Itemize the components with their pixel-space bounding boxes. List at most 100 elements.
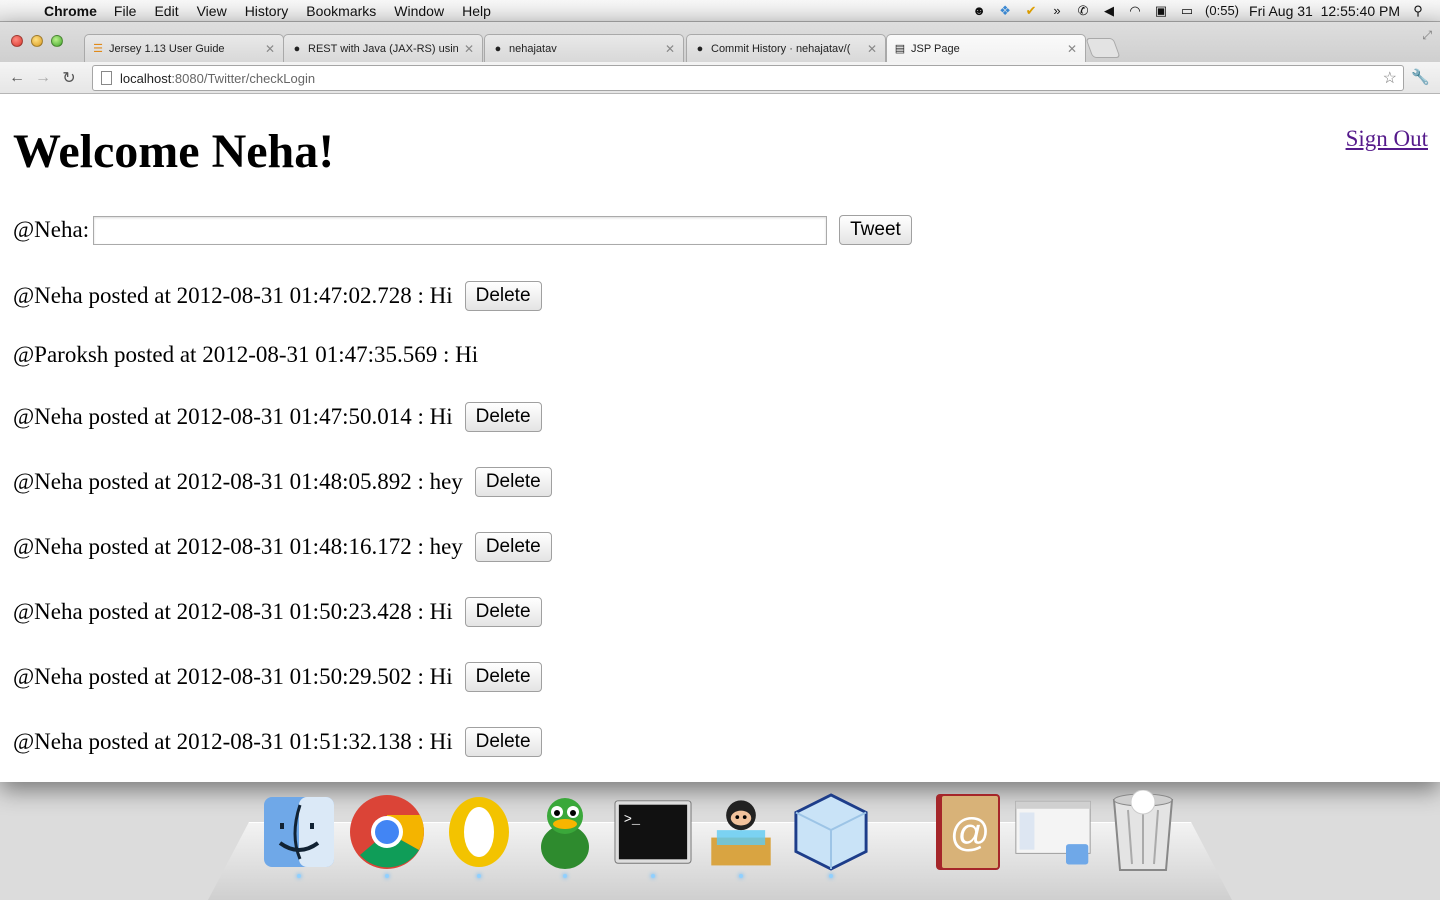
running-indicator — [385, 874, 389, 878]
tab-title: nehajatav — [509, 42, 557, 55]
running-indicator — [297, 874, 301, 878]
minimize-window-button[interactable] — [31, 35, 43, 47]
page-content: Welcome Neha! Sign Out @Neha: Tweet @Neh… — [0, 94, 1440, 782]
svg-text:@: @ — [950, 811, 991, 855]
tweet-input[interactable] — [93, 215, 828, 245]
menu-extras: ☻ ❖ ✔ » ✆ ◀ ◠ ▣ ▭ (0:55) Fri Aug 31 12:5… — [971, 3, 1440, 19]
menu-view[interactable]: View — [188, 3, 236, 19]
lock-icon[interactable]: ▣ — [1153, 3, 1169, 19]
back-arrow-icon[interactable]: ← — [4, 66, 30, 90]
sign-out-link[interactable]: Sign Out — [1346, 126, 1428, 152]
browser-window: ☰ Jersey 1.13 User Guide ✕ ● REST with J… — [0, 22, 1440, 782]
tab-jersey-guide[interactable]: ☰ Jersey 1.13 User Guide ✕ — [84, 34, 284, 62]
post-text: @Neha posted at 2012-08-31 01:47:50.014 … — [13, 404, 453, 429]
post-item: @Neha posted at 2012-08-31 01:47:50.014 … — [13, 402, 542, 432]
tweet-form: @Neha: Tweet — [13, 215, 912, 245]
menu-help[interactable]: Help — [453, 3, 500, 19]
finder-icon[interactable] — [260, 792, 338, 878]
close-window-button[interactable] — [11, 35, 23, 47]
menu-edit[interactable]: Edit — [145, 3, 187, 19]
checkmark-icon[interactable]: ✔ — [1023, 3, 1039, 19]
close-tab-icon[interactable]: ✕ — [1067, 42, 1077, 56]
spy-icon[interactable]: ☻ — [971, 3, 987, 19]
phone-icon[interactable]: ✆ — [1075, 3, 1091, 19]
battery-time: (0:55) — [1205, 3, 1240, 18]
bookmark-star-icon[interactable]: ☆ — [1383, 68, 1397, 88]
spotlight-search-icon[interactable]: ⚲ — [1410, 3, 1426, 19]
close-tab-icon[interactable]: ✕ — [665, 42, 675, 56]
tab-title: JSP Page — [911, 42, 960, 55]
tab-commit-history[interactable]: ● Commit History · nehajatav/( ✕ — [686, 34, 886, 62]
delete-button[interactable]: Delete — [474, 532, 552, 562]
chrome-icon[interactable] — [348, 792, 426, 878]
menu-history[interactable]: History — [236, 3, 298, 19]
delete-button[interactable]: Delete — [474, 467, 552, 497]
delete-button[interactable]: Delete — [464, 597, 542, 627]
close-tab-icon[interactable]: ✕ — [867, 42, 877, 56]
github-icon: ● — [696, 42, 704, 55]
menu-window[interactable]: Window — [385, 3, 453, 19]
delete-button[interactable]: Delete — [464, 727, 542, 757]
reload-icon[interactable]: ↻ — [56, 66, 82, 90]
running-indicator — [739, 874, 743, 878]
delete-button[interactable]: Delete — [464, 402, 542, 432]
post-item: @Neha posted at 2012-08-31 01:47:02.728 … — [13, 281, 542, 311]
dropbox-icon[interactable]: ❖ — [997, 3, 1013, 19]
post-item: @Neha posted at 2012-08-31 01:48:05.892 … — [13, 467, 552, 497]
finder-window-icon[interactable] — [1014, 792, 1092, 872]
address-bar[interactable]: localhost:8080/Twitter/checkLogin ☆ — [92, 65, 1404, 91]
menu-bookmarks[interactable]: Bookmarks — [297, 3, 385, 19]
running-indicator — [651, 874, 655, 878]
clock[interactable]: Fri Aug 31 12:55:40 PM — [1249, 3, 1400, 19]
delete-button[interactable]: Delete — [464, 281, 542, 311]
volume-icon[interactable]: ◀ — [1101, 3, 1117, 19]
delete-button[interactable]: Delete — [464, 662, 542, 692]
post-text: @Paroksh posted at 2012-08-31 01:47:35.5… — [13, 342, 479, 367]
post-text: @Neha posted at 2012-08-31 01:50:29.502 … — [13, 664, 453, 689]
close-tab-icon[interactable]: ✕ — [464, 42, 474, 56]
url-host: localhost — [120, 70, 172, 86]
tab-title: REST with Java (JAX-RS) using — [308, 42, 458, 55]
tab-jsp-page[interactable]: ▤ JSP Page ✕ — [886, 34, 1086, 62]
virtualbox-icon[interactable] — [792, 792, 870, 878]
new-tab-button[interactable] — [1085, 38, 1121, 58]
running-indicator — [477, 874, 481, 878]
dock: >_ @ — [0, 782, 1440, 900]
post-item: @Neha posted at 2012-08-31 01:51:32.138 … — [13, 727, 542, 757]
tab-title: Jersey 1.13 User Guide — [109, 42, 225, 55]
github-icon: ● — [494, 42, 502, 55]
menu-app-name[interactable]: Chrome — [40, 3, 105, 19]
post-text: @Neha posted at 2012-08-31 01:51:32.138 … — [13, 729, 453, 754]
tab-title: Commit History · nehajatav/( — [711, 42, 851, 55]
adium-icon[interactable] — [526, 792, 604, 878]
page-title: Welcome Neha! — [13, 125, 335, 178]
running-indicator — [563, 874, 567, 878]
post-item: @Neha posted at 2012-08-31 01:50:29.502 … — [13, 662, 542, 692]
battery-icon[interactable]: ▭ — [1179, 3, 1195, 19]
address-book-icon[interactable]: @ — [928, 792, 1006, 872]
trash-icon[interactable] — [1104, 790, 1182, 872]
wifi-icon[interactable]: ◠ — [1127, 3, 1143, 19]
github-app-icon[interactable] — [702, 792, 780, 878]
close-tab-icon[interactable]: ✕ — [265, 42, 275, 56]
tab-rest-java[interactable]: ● REST with Java (JAX-RS) using ✕ — [283, 34, 483, 62]
github-icon: ● — [293, 42, 301, 55]
tweet-form-label: @Neha: — [13, 217, 90, 242]
url-path: :8080/Twitter/checkLogin — [171, 70, 316, 86]
running-indicator — [829, 874, 833, 878]
fullscreen-icon[interactable]: ⤢ — [1422, 28, 1432, 43]
tab-strip: ☰ Jersey 1.13 User Guide ✕ ● REST with J… — [0, 22, 1440, 62]
opera-icon[interactable] — [440, 792, 518, 878]
forward-arrow-icon[interactable]: → — [30, 66, 56, 90]
page-icon — [101, 71, 112, 85]
terminal-icon[interactable]: >_ — [614, 792, 692, 878]
wrench-icon[interactable]: 🔧 — [1411, 68, 1430, 86]
post-item: @Paroksh posted at 2012-08-31 01:47:35.5… — [13, 342, 478, 368]
bars-icon: ☰ — [93, 43, 103, 55]
zoom-window-button[interactable] — [51, 35, 63, 47]
menu-file[interactable]: File — [105, 3, 146, 19]
post-text: @Neha posted at 2012-08-31 01:48:05.892 … — [13, 469, 463, 494]
tweet-button[interactable]: Tweet — [839, 215, 912, 245]
tab-nehajatav[interactable]: ● nehajatav ✕ — [484, 34, 684, 62]
fast-forward-icon[interactable]: » — [1049, 3, 1065, 19]
